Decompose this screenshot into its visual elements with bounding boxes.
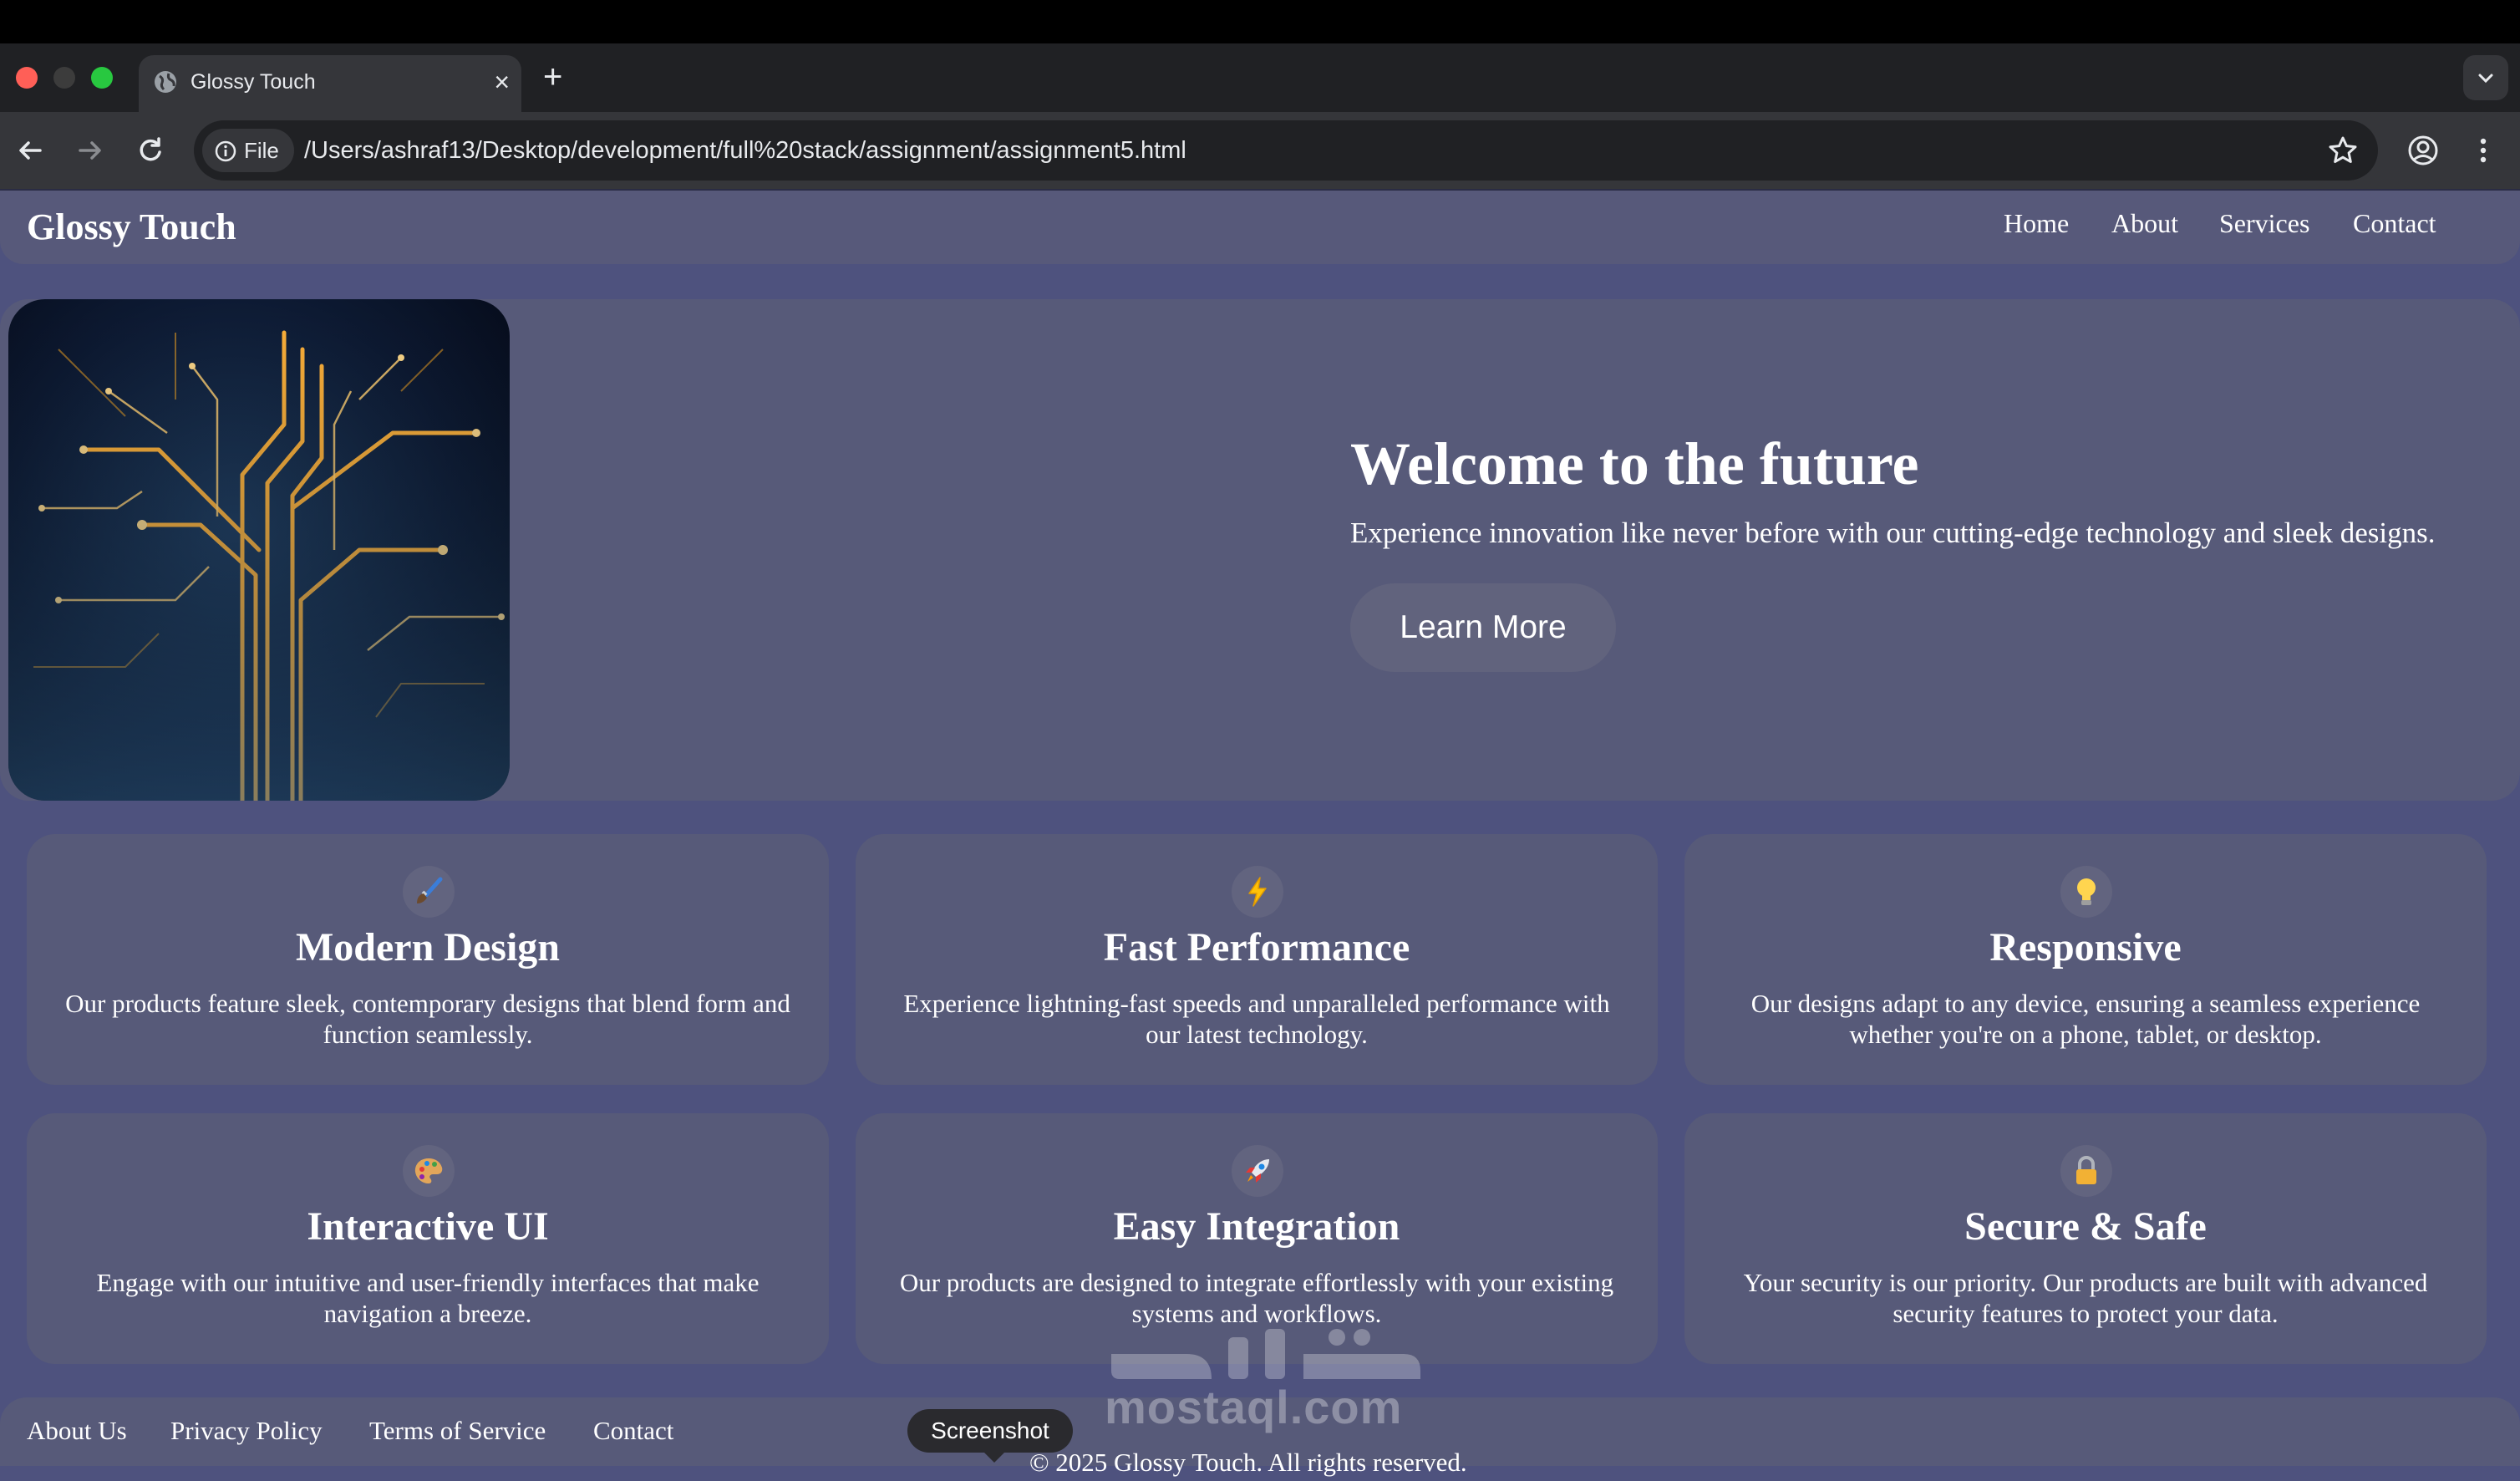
new-tab-button[interactable]: + [543,57,562,97]
circuit-board-image [8,299,510,801]
lock-icon [2060,1145,2112,1197]
feature-description: Engage with our intuitive and user-frien… [96,1268,760,1328]
screenshot-tooltip: Screenshot [907,1409,1073,1453]
chevron-down-icon [2478,74,2493,84]
feature-title: Interactive UI [307,1204,549,1249]
nav-about[interactable]: About [2111,204,2178,242]
footer-link-contact[interactable]: Contact [593,1412,673,1449]
profile-icon[interactable] [2405,132,2441,169]
tab-title: Glossy Touch [191,70,316,94]
more-menu-icon[interactable] [2473,132,2493,169]
feature-description: Your security is our priority. Our produ… [1743,1268,2428,1328]
feature-card-secure-safe: Secure & Safe Your security is our prior… [1684,1113,2487,1364]
url-text[interactable]: /Users/ashraf13/Desktop/development/full… [304,135,1186,165]
site-info-chip[interactable]: File [202,129,294,172]
feature-description: Experience lightning-fast speeds and unp… [903,989,1610,1049]
feature-card-responsive: Responsive Our designs adapt to any devi… [1684,834,2487,1085]
hero-subtitle: Experience innovation like never before … [1350,517,2436,549]
learn-more-button[interactable]: Learn More [1350,583,1616,672]
footer-link-privacy-policy[interactable]: Privacy Policy [170,1412,323,1449]
feature-title: Secure & Safe [1964,1204,2207,1249]
footer-link-terms-of-service[interactable]: Terms of Service [369,1412,546,1449]
window-minimize-button[interactable] [53,67,75,89]
paintbrush-icon [403,866,455,918]
lightbulb-icon [2060,866,2112,918]
lightning-icon [1232,866,1283,918]
screen-top-bar [0,0,2520,43]
feature-card-modern-design: Modern Design Our products feature sleek… [27,834,829,1085]
window-close-button[interactable] [16,67,38,89]
info-icon [215,140,236,162]
scheme-label: File [244,138,279,163]
feature-title: Fast Performance [1103,925,1410,970]
address-bar[interactable]: File /Users/ashraf13/Desktop/development… [194,120,2378,181]
feature-card-interactive-ui: Interactive UI Engage with our intuitive… [27,1113,829,1364]
feature-title: Easy Integration [1113,1204,1400,1249]
feature-title: Modern Design [296,925,560,970]
reload-icon[interactable] [132,132,169,169]
nav-home[interactable]: Home [2004,204,2069,242]
footer-link-about-us[interactable]: About Us [27,1412,127,1449]
site-logo[interactable]: Glossy Touch [27,204,236,251]
window-zoom-button[interactable] [91,67,113,89]
hero-title: Welcome to the future [1350,430,1919,497]
palette-icon [403,1145,455,1197]
nav-services[interactable]: Services [2219,204,2309,242]
globe-icon [155,71,176,93]
browser-tab[interactable]: Glossy Touch × [139,55,521,112]
nav-contact[interactable]: Contact [2353,204,2436,242]
close-tab-icon[interactable]: × [494,67,510,97]
rocket-icon [1232,1145,1283,1197]
feature-description: Our designs adapt to any device, ensurin… [1750,989,2421,1049]
feature-title: Responsive [1989,925,2182,970]
feature-card-fast-performance: Fast Performance Experience lightning-fa… [856,834,1658,1085]
feature-description: Our products feature sleek, contemporary… [65,989,790,1049]
forward-arrow-icon[interactable] [72,132,109,169]
tab-search-button[interactable] [2463,55,2508,100]
copyright-text: © 2025 Glossy Touch. All rights reserved… [1029,1448,1467,1477]
watermark-text: mostaql.com [1105,1381,1403,1433]
tooltip-pointer [983,1451,1006,1463]
bookmark-star-icon[interactable] [2326,134,2360,167]
back-arrow-icon[interactable] [12,132,48,169]
